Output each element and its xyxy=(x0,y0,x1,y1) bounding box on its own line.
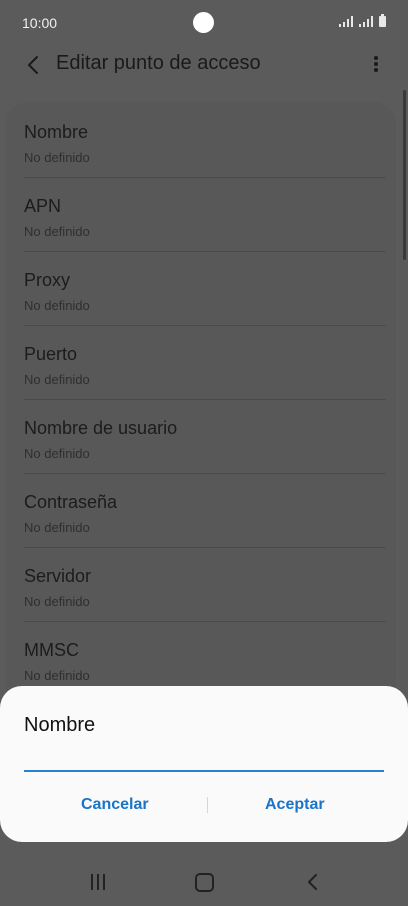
list-item-value: No definido xyxy=(24,150,90,165)
navigation-bar xyxy=(0,846,408,906)
button-divider xyxy=(207,797,208,813)
app-bar: Editar punto de acceso xyxy=(0,46,408,86)
signal-icon xyxy=(359,16,373,27)
status-icons xyxy=(339,14,386,27)
list-item-value: No definido xyxy=(24,446,90,461)
chevron-left-icon[interactable] xyxy=(22,53,46,77)
recents-icon[interactable] xyxy=(91,874,105,890)
status-time: 10:00 xyxy=(22,15,58,31)
list-item-value: No definido xyxy=(24,298,90,313)
list-item-mmsc[interactable]: MMSC No definido xyxy=(24,622,386,696)
more-vertical-icon[interactable] xyxy=(366,54,386,78)
list-item-value: No definido xyxy=(24,594,90,609)
page-title: Editar punto de acceso xyxy=(56,52,261,74)
list-item-value: No definido xyxy=(24,668,90,683)
signal-icon xyxy=(339,16,353,27)
list-item-proxy[interactable]: Proxy No definido xyxy=(24,252,386,326)
list-item-label: APN xyxy=(24,196,62,216)
home-icon[interactable] xyxy=(195,873,214,892)
battery-icon xyxy=(379,14,386,27)
list-item-label: Nombre de usuario xyxy=(24,418,178,438)
accept-button[interactable]: Aceptar xyxy=(265,796,325,814)
list-item-label: Proxy xyxy=(24,270,71,290)
list-item-label: Nombre xyxy=(24,122,89,142)
cancel-button[interactable]: Cancelar xyxy=(81,796,149,814)
list-item-label: Contraseña xyxy=(24,492,118,512)
list-item-contrasena[interactable]: Contraseña No definido xyxy=(24,474,386,548)
list-item-value: No definido xyxy=(24,520,90,535)
back-icon[interactable] xyxy=(304,872,322,892)
list-item-value: No definido xyxy=(24,224,90,239)
list-item-nombre-usuario[interactable]: Nombre de usuario No definido xyxy=(24,400,386,474)
name-input[interactable] xyxy=(24,752,384,772)
list-item-nombre[interactable]: Nombre No definido xyxy=(24,104,386,178)
list-item-value: No definido xyxy=(24,372,90,387)
name-dialog: Nombre Cancelar Aceptar xyxy=(0,686,408,842)
list-item-apn[interactable]: APN No definido xyxy=(24,178,386,252)
list-item-label: Servidor xyxy=(24,566,92,586)
list-item-servidor[interactable]: Servidor No definido xyxy=(24,548,386,622)
list-item-label: Puerto xyxy=(24,344,78,364)
dialog-title: Nombre xyxy=(24,714,96,736)
list-item-label: MMSC xyxy=(24,640,79,660)
scrollbar[interactable] xyxy=(403,90,406,260)
list-item-puerto[interactable]: Puerto No definido xyxy=(24,326,386,400)
camera-cutout xyxy=(193,12,214,33)
status-bar: 10:00 xyxy=(0,0,408,46)
